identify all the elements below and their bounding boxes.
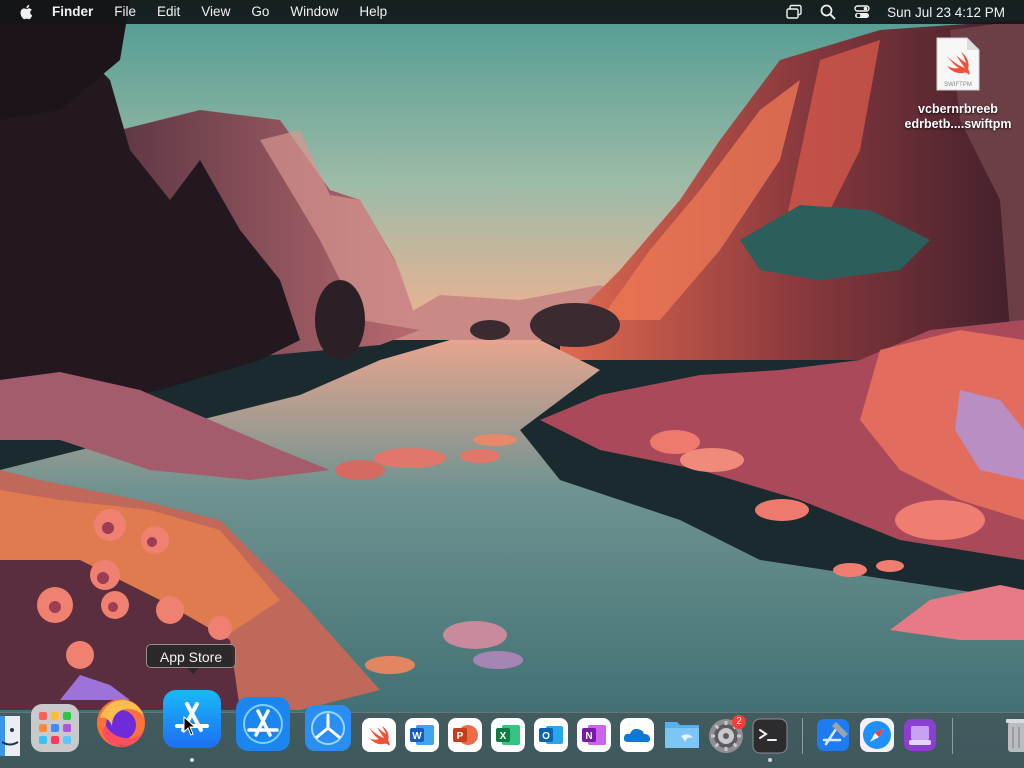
menu-bar-clock[interactable]: Sun Jul 23 4:12 PM: [887, 5, 1005, 20]
outlook-icon: O: [534, 718, 568, 752]
app-store-icon: [236, 697, 290, 751]
dock-separator-trash: [952, 718, 953, 754]
onenote-icon: N: [577, 718, 611, 752]
menu-window[interactable]: Window: [290, 0, 338, 24]
folder-icon: [665, 722, 699, 748]
running-indicator-app-store: [190, 758, 194, 762]
menu-app-finder[interactable]: Finder: [52, 0, 93, 24]
safari-icon: [860, 718, 894, 752]
file-name-line-2: edrbetb....swiftpm: [904, 117, 1012, 131]
dock-finder[interactable]: [0, 716, 20, 756]
swift-icon: [362, 718, 396, 752]
apple-menu-icon[interactable]: [18, 3, 36, 21]
dock-archive-utility[interactable]: [901, 716, 939, 754]
file-type-label: SWIFTPM: [944, 82, 972, 88]
dock-onenote[interactable]: N: [577, 718, 611, 752]
dock-trash[interactable]: [1006, 716, 1024, 754]
dock-file-explorer[interactable]: [663, 716, 701, 752]
dock-app-store-2[interactable]: [236, 697, 290, 751]
dock-launchpad[interactable]: [31, 704, 79, 752]
menu-bar: Finder File Edit View Go Window Help Sun…: [0, 0, 1024, 24]
menu-go[interactable]: Go: [251, 0, 269, 24]
dock-testflight[interactable]: [305, 705, 351, 751]
dock-separator: [802, 718, 803, 754]
dock-onedrive[interactable]: [620, 718, 654, 752]
onedrive-icon: [620, 718, 654, 752]
dock-outlook[interactable]: O: [534, 718, 568, 752]
finder-icon: [0, 716, 20, 756]
menu-view[interactable]: View: [201, 0, 230, 24]
running-indicator-terminal: [768, 758, 772, 762]
testflight-icon: [305, 705, 351, 751]
excel-icon: X: [491, 718, 525, 752]
file-name: vcbernrbreeb edrbetb....swiftpm: [898, 102, 1018, 132]
dock-safari[interactable]: [858, 716, 896, 754]
outlook-letter: O: [542, 731, 550, 742]
onenote-letter: N: [585, 731, 592, 742]
menu-edit[interactable]: Edit: [157, 0, 180, 24]
xcode-icon: [817, 719, 849, 751]
desktop[interactable]: Finder File Edit View Go Window Help Sun…: [0, 0, 1024, 768]
control-center-icon[interactable]: [853, 3, 871, 21]
powerpoint-letter: P: [457, 731, 464, 742]
archive-icon: [904, 719, 936, 751]
menu-file[interactable]: File: [114, 0, 136, 24]
dock-firefox[interactable]: [94, 696, 148, 750]
dock-word[interactable]: W: [405, 718, 439, 752]
launchpad-icon: [31, 704, 79, 752]
dock-excel[interactable]: X: [491, 718, 525, 752]
mouse-cursor-icon: [183, 716, 197, 736]
firefox-icon: [97, 699, 145, 747]
terminal-icon: [752, 718, 788, 754]
notification-badge: 2: [732, 715, 746, 729]
dock-terminal[interactable]: [752, 718, 788, 754]
dock-tooltip: App Store: [146, 644, 236, 674]
excel-letter: X: [500, 731, 507, 742]
dock-xcode[interactable]: [814, 716, 852, 754]
dock-powerpoint[interactable]: P: [448, 718, 482, 752]
dock-swift-playgrounds[interactable]: [362, 718, 396, 752]
word-letter: W: [412, 731, 422, 742]
word-icon: W: [405, 718, 439, 752]
trash-icon: [1006, 719, 1024, 752]
screen-mirroring-icon[interactable]: [785, 3, 803, 21]
powerpoint-icon: P: [448, 718, 482, 752]
swiftpm-file-icon: SWIFTPM: [936, 37, 980, 91]
spotlight-search-icon[interactable]: [819, 3, 837, 21]
file-name-line-1: vcbernrbreeb: [918, 102, 998, 116]
desktop-file-swiftpm[interactable]: SWIFTPM vcbernrbreeb edrbetb....swiftpm: [898, 36, 1018, 132]
menu-help[interactable]: Help: [359, 0, 387, 24]
